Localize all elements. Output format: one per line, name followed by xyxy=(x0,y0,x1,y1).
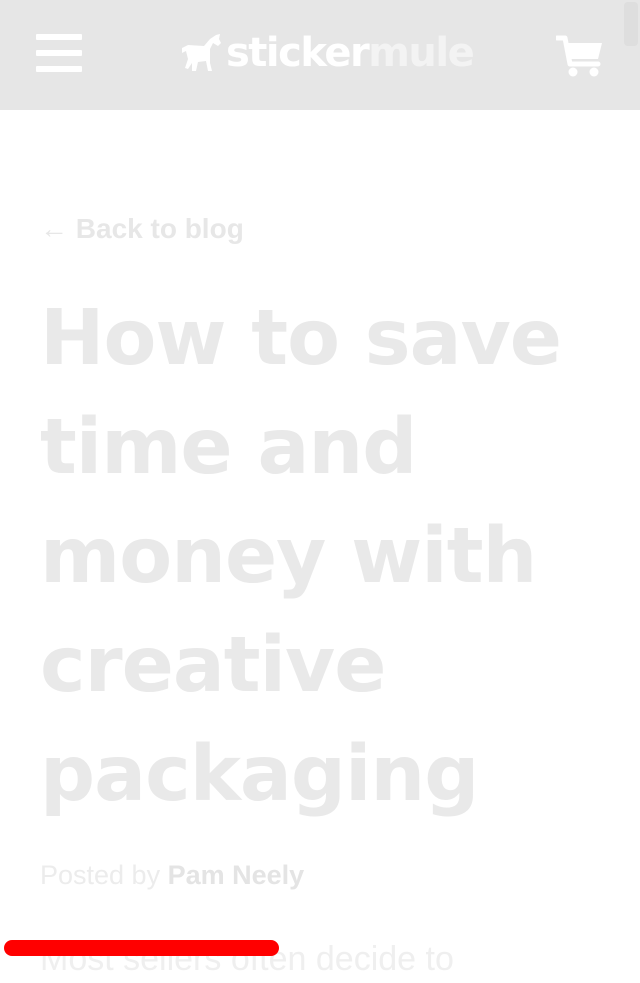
hamburger-menu-icon[interactable] xyxy=(36,32,82,74)
menu-bar xyxy=(36,50,82,56)
logo-wordmark: stickermule xyxy=(226,30,475,76)
logo-word-sticker: sticker xyxy=(226,30,370,76)
logo-word-mule: mule xyxy=(368,30,475,76)
shopping-cart-icon[interactable] xyxy=(554,34,604,78)
byline-prefix: Posted by xyxy=(40,860,161,890)
article-title: How to save time and money with creative… xyxy=(40,294,562,819)
back-to-blog-link[interactable]: ← Back to blog xyxy=(40,210,244,248)
site-header: stickermule xyxy=(0,0,640,110)
stickermule-logo[interactable]: stickermule xyxy=(180,30,475,76)
author-link[interactable]: Pam Neely xyxy=(168,860,305,890)
reading-progress-bar xyxy=(4,940,279,956)
mule-icon xyxy=(182,34,221,71)
menu-bar xyxy=(36,34,82,40)
menu-bar xyxy=(36,66,82,72)
scrollbar-thumb[interactable] xyxy=(624,2,638,46)
article-byline: Posted by Pam Neely xyxy=(40,856,304,894)
